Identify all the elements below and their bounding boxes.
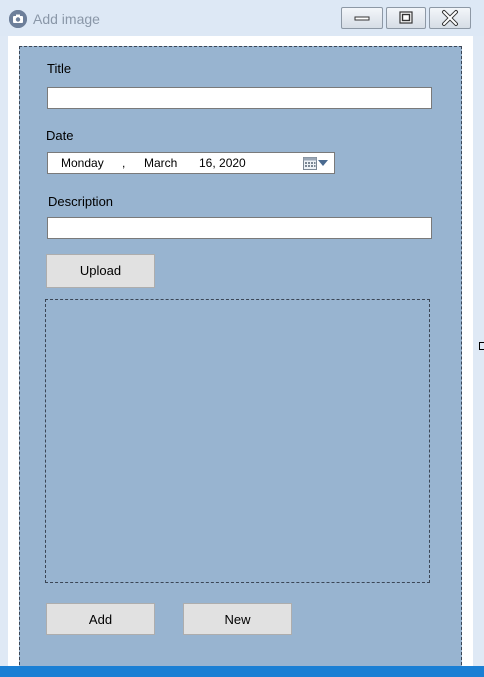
taskbar bbox=[0, 666, 484, 677]
add-button[interactable]: Add bbox=[46, 603, 155, 635]
window-title: Add image bbox=[33, 11, 100, 27]
dropdown-arrow-icon[interactable] bbox=[318, 159, 328, 167]
upload-button[interactable]: Upload bbox=[46, 254, 155, 288]
add-image-window: Add image Title Date Monday , March 16, … bbox=[0, 0, 484, 677]
description-input[interactable] bbox=[47, 217, 432, 239]
new-button[interactable]: New bbox=[183, 603, 292, 635]
minimize-icon bbox=[354, 16, 370, 21]
date-picker[interactable]: Monday , March 16, 2020 bbox=[47, 152, 335, 174]
close-button[interactable] bbox=[429, 7, 471, 29]
maximize-button[interactable] bbox=[386, 7, 426, 29]
title-label: Title bbox=[47, 61, 72, 76]
date-month: March bbox=[144, 156, 178, 170]
date-day-year: 16, 2020 bbox=[199, 156, 246, 170]
minimize-button[interactable] bbox=[341, 7, 383, 29]
title-bar[interactable]: Add image bbox=[0, 0, 484, 36]
title-input[interactable] bbox=[47, 87, 432, 109]
resize-handle[interactable] bbox=[479, 342, 484, 350]
date-label: Date bbox=[46, 128, 74, 143]
close-icon bbox=[442, 10, 458, 26]
image-preview bbox=[45, 299, 430, 583]
camera-icon bbox=[9, 10, 27, 28]
calendar-icon[interactable] bbox=[303, 156, 317, 170]
description-label: Description bbox=[48, 194, 114, 209]
date-separator: , bbox=[122, 156, 126, 170]
date-weekday: Monday bbox=[61, 156, 104, 170]
maximize-icon bbox=[399, 11, 413, 24]
